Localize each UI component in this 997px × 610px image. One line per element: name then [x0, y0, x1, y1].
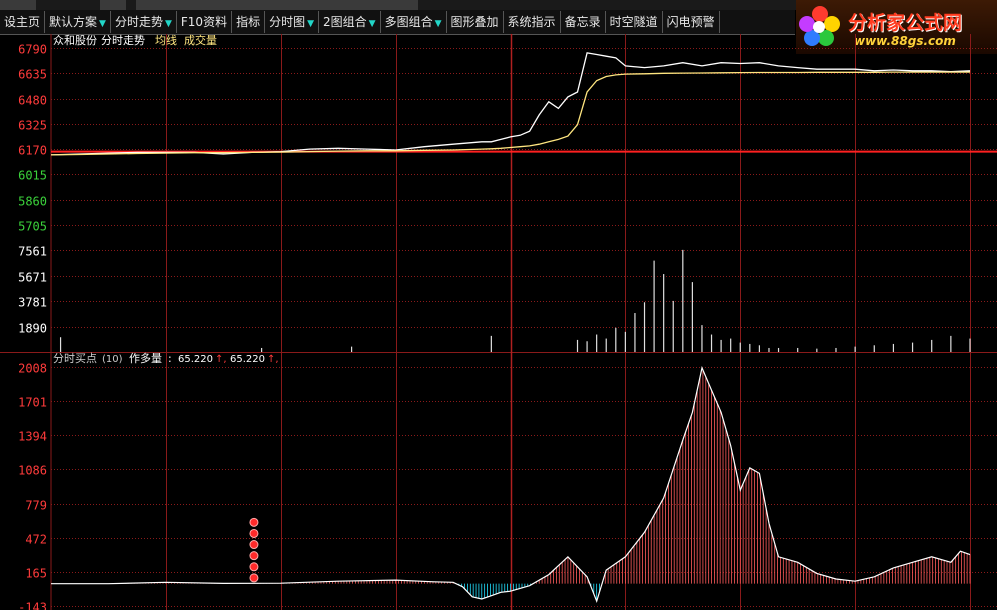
- price-tick-label: 6325: [18, 119, 47, 133]
- legend-mode: 分时走势: [101, 34, 145, 47]
- legend-ind-value-2: 65.220: [230, 354, 265, 365]
- average-line: [51, 71, 970, 156]
- buy-point-dot: [249, 517, 259, 527]
- buy-point-dot: [249, 573, 259, 583]
- legend-ind-name: 分时买点: [53, 352, 97, 365]
- legend-ind-value-1: 65.220: [178, 354, 213, 365]
- indicator-tick-label: 1394: [18, 430, 47, 444]
- indicator-tick-label: 1086: [18, 464, 47, 478]
- price-tick-label: 5705: [18, 220, 47, 234]
- indicator-tick-label: 472: [25, 533, 47, 547]
- indicator-tick-label: 1701: [18, 396, 47, 410]
- legend-ind-arrow-2: ↑,: [267, 354, 279, 365]
- chart-grid: [0, 34, 997, 610]
- price-tick-label: 5860: [18, 195, 47, 209]
- price-line: [51, 52, 971, 156]
- legend-avg: 均线: [155, 33, 177, 47]
- legend-ind-arrow-1: ↑,: [215, 354, 227, 365]
- legend-ind-colon: :: [168, 352, 172, 365]
- legend-stock: 众和股份: [53, 34, 97, 47]
- buy-point-dot: [249, 551, 259, 561]
- legend-ind-param: (10): [102, 354, 123, 365]
- legend-ind-label: 作多量: [129, 351, 162, 365]
- price-tick-label: 6635: [18, 68, 47, 82]
- intraday-chart[interactable]: 6790 6635 6480 6325 6170 6015 5860 5705 7561 5671…: [0, 0, 997, 610]
- y-axis-labels: 6790 6635 6480 6325 6170 6015 5860 5705 7561 5671…: [18, 43, 47, 610]
- indicator-tick-label: 779: [25, 499, 47, 513]
- legend-vol: 成交量: [184, 33, 217, 47]
- volume-tick-label: 3781: [18, 296, 47, 310]
- indicator-tick-label: -143: [18, 601, 47, 610]
- volume-tick-label: 1890: [18, 322, 47, 336]
- buy-point-dot: [249, 528, 259, 538]
- buy-point-dot: [249, 562, 259, 572]
- chart-legends: 众和股份 分时走势 均线 成交量 分时买点 (10) 作多量 : 65.220 …: [53, 33, 279, 365]
- volume-tick-label: 7561: [18, 245, 47, 259]
- buy-point-dot: [249, 540, 259, 550]
- price-tick-label: 6790: [18, 43, 47, 57]
- price-tick-label: 6015: [18, 169, 47, 183]
- volume-tick-label: 5671: [18, 271, 47, 285]
- indicator-line: [51, 365, 971, 604]
- price-tick-label: 6480: [18, 94, 47, 108]
- indicator-tick-label: 165: [25, 567, 47, 581]
- indicator-tick-label: 2008: [18, 362, 47, 376]
- price-tick-label: 6170: [18, 144, 47, 158]
